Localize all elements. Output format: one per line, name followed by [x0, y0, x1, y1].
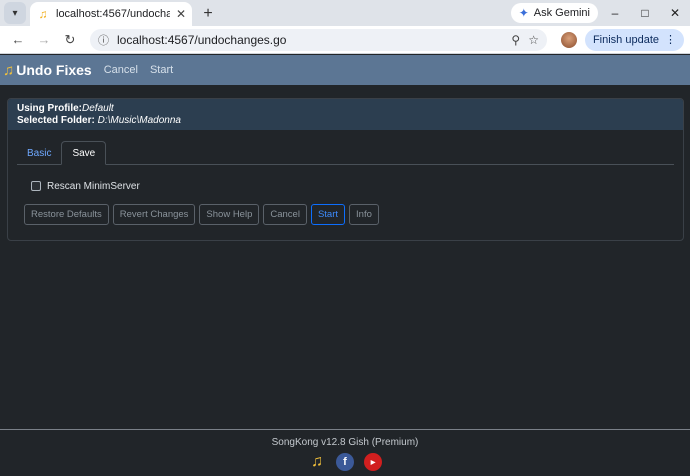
revert-changes-button[interactable]: Revert Changes: [112, 204, 196, 225]
tab-list-icon[interactable]: ▾: [4, 2, 26, 24]
browser-tab[interactable]: ♫ localhost:4567/undochanges.go ✕: [30, 2, 192, 26]
rescan-minimserver-option[interactable]: Rescan MinimServer: [31, 179, 674, 193]
songkong-favicon-icon: ♫: [38, 7, 48, 21]
folder-label: Selected Folder:: [17, 115, 95, 126]
profile-label: Using Profile:: [17, 103, 83, 114]
nav-cancel-link[interactable]: Cancel: [104, 64, 138, 76]
gemini-sparkle-icon: ✦: [518, 6, 529, 20]
kebab-menu-icon: ⋮: [665, 34, 676, 46]
browser-toolbar: ← → ↻ ⓘ localhost:4567/undochanges.go ⚲ …: [0, 26, 690, 54]
new-tab-icon[interactable]: +: [196, 2, 220, 26]
folder-line: Selected Folder: D:\Music\Madonna: [17, 115, 674, 127]
options-tabs: Basic Save: [17, 141, 674, 165]
tab-basic[interactable]: Basic: [17, 141, 61, 165]
footer: SongKong v12.8 Gish (Premium) ♫ f ▶: [0, 429, 690, 476]
close-tab-icon[interactable]: ✕: [176, 7, 186, 21]
finish-update-label: Finish update: [592, 33, 659, 46]
site-info-icon[interactable]: ⓘ: [98, 32, 109, 48]
rescan-minimserver-label: Rescan MinimServer: [47, 180, 140, 192]
minimize-icon[interactable]: –: [600, 0, 630, 26]
maximize-icon[interactable]: □: [630, 0, 660, 26]
brand-title: Undo Fixes: [16, 62, 92, 78]
ask-gemini-button[interactable]: ✦ Ask Gemini: [510, 3, 598, 23]
show-help-button[interactable]: Show Help: [199, 204, 260, 225]
tab-save[interactable]: Save: [61, 141, 107, 165]
profile-line: Using Profile:Default: [17, 103, 674, 115]
app-navbar: ♫ Undo Fixes Cancel Start: [0, 55, 690, 85]
action-buttons: Restore Defaults Revert Changes Show Hel…: [24, 204, 674, 225]
window-controls: – □ ✕: [600, 0, 690, 26]
profile-avatar[interactable]: [560, 31, 577, 48]
card-header: Using Profile:Default Selected Folder: D…: [8, 99, 683, 130]
bookmark-star-icon[interactable]: ☆: [528, 33, 539, 47]
browser-tabstrip: ▾ ♫ localhost:4567/undochanges.go ✕ + ✦ …: [0, 0, 690, 26]
facebook-icon[interactable]: f: [336, 453, 354, 471]
url-text[interactable]: localhost:4567/undochanges.go: [117, 33, 503, 47]
close-window-icon[interactable]: ✕: [660, 0, 690, 26]
youtube-icon[interactable]: ▶: [364, 453, 382, 471]
browser-tab-title: localhost:4567/undochanges.go: [56, 8, 170, 20]
version-text: SongKong v12.8 Gish (Premium): [271, 437, 419, 448]
brand[interactable]: ♫ Undo Fixes: [3, 62, 92, 79]
address-bar[interactable]: ⓘ localhost:4567/undochanges.go ⚲ ☆: [90, 28, 547, 51]
forward-arrow-icon[interactable]: →: [32, 28, 56, 52]
undo-fixes-card: Using Profile:Default Selected Folder: D…: [7, 98, 684, 241]
finish-update-button[interactable]: Finish update ⋮: [584, 28, 684, 51]
back-arrow-icon[interactable]: ←: [6, 28, 30, 52]
rescan-minimserver-checkbox[interactable]: [31, 181, 41, 191]
songkong-note-icon[interactable]: ♫: [308, 453, 326, 471]
folder-value: D:\Music\Madonna: [97, 115, 181, 126]
cancel-button[interactable]: Cancel: [263, 204, 307, 225]
start-button[interactable]: Start: [310, 204, 346, 225]
nav-start-link[interactable]: Start: [150, 64, 173, 76]
ask-gemini-label: Ask Gemini: [533, 7, 590, 19]
social-links: ♫ f ▶: [0, 453, 690, 471]
profile-value: Default: [82, 103, 114, 114]
card-body: Basic Save Rescan MinimServer Restore De…: [8, 130, 683, 225]
restore-defaults-button[interactable]: Restore Defaults: [24, 204, 109, 225]
reload-icon[interactable]: ↻: [58, 28, 82, 52]
zoom-search-icon[interactable]: ⚲: [511, 33, 520, 47]
songkong-logo-icon: ♫: [3, 61, 15, 79]
info-button[interactable]: Info: [349, 204, 379, 225]
